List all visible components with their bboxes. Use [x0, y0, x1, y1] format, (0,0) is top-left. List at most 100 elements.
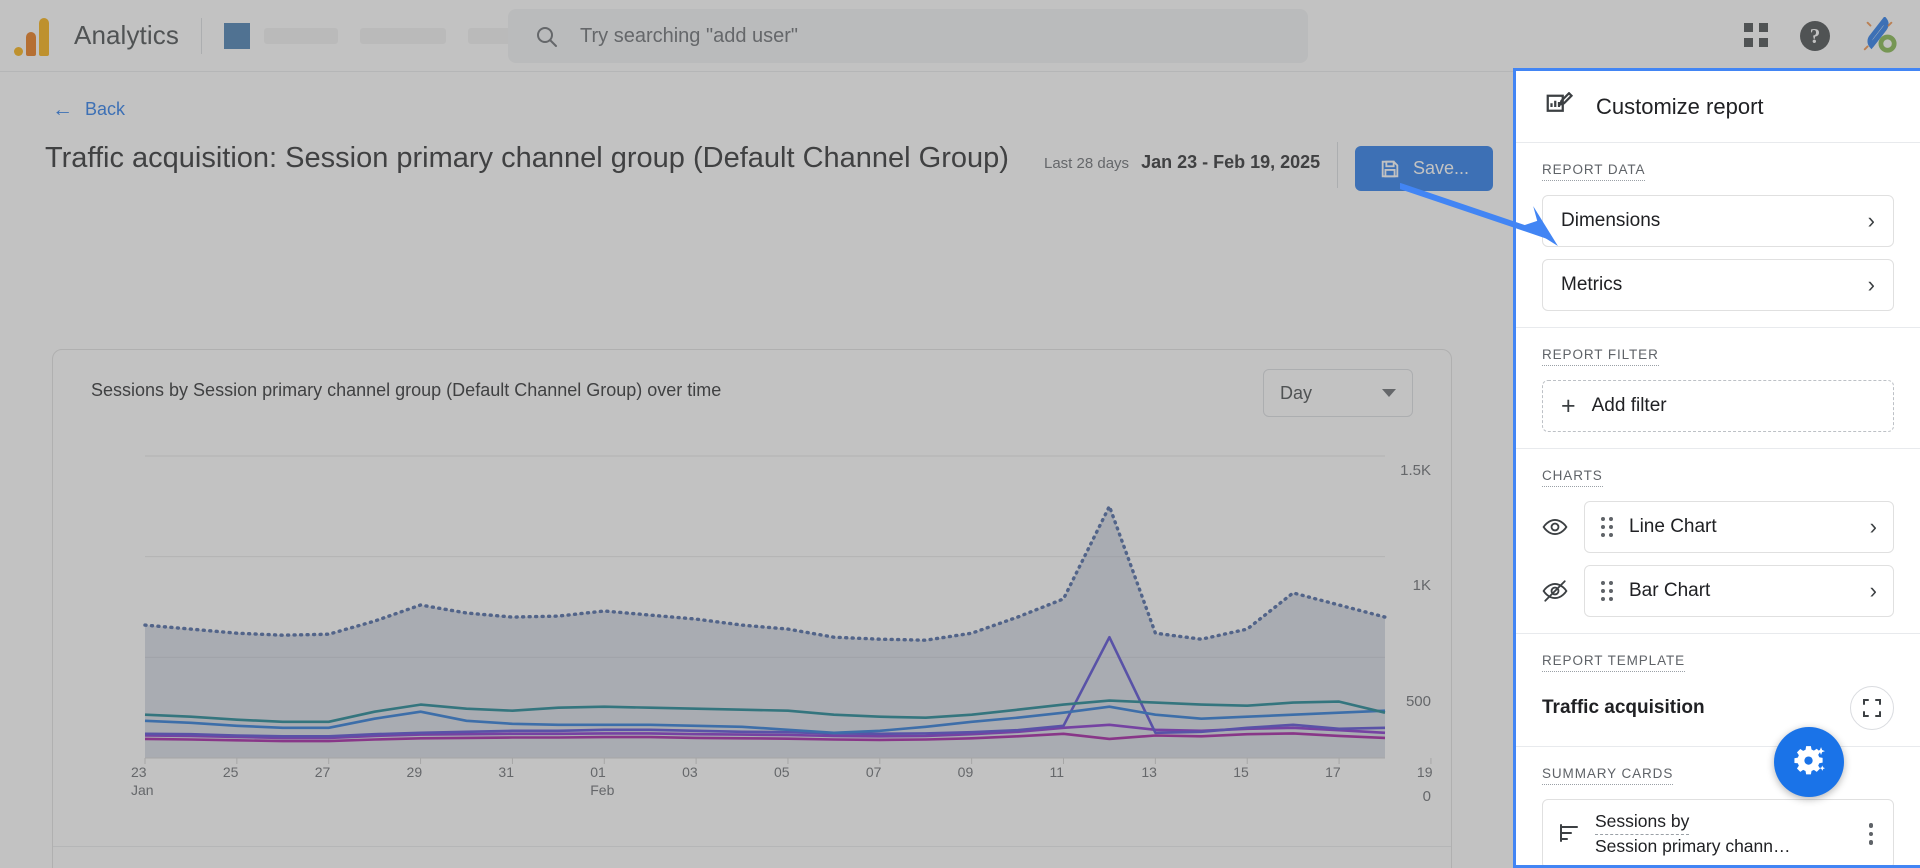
x-axis-tick-value: 13 — [1141, 764, 1157, 780]
help-icon[interactable]: ? — [1800, 21, 1830, 51]
toolbar-divider — [1337, 142, 1338, 188]
brand-name: Analytics — [74, 20, 179, 50]
y-axis-tick-1-5k: 1.5K — [1400, 462, 1431, 479]
x-axis-tick: 25 — [223, 764, 257, 782]
template-link-button[interactable] — [1850, 686, 1894, 730]
section-label-report-template: REPORT TEMPLATE — [1542, 653, 1686, 672]
save-label: Save... — [1413, 158, 1470, 178]
panel-title: Customize report — [1596, 93, 1764, 119]
report-template-row: Traffic acquisition — [1542, 686, 1894, 730]
granularity-select[interactable]: Day — [1263, 369, 1413, 417]
save-button[interactable]: Save... — [1355, 146, 1494, 191]
x-axis-tick: 13 — [1141, 764, 1175, 782]
chart-title: Sessions by Session primary channel grou… — [91, 380, 722, 400]
x-axis-tick: 07 — [866, 764, 900, 782]
x-axis-tick: 23 Jan — [131, 764, 165, 799]
chevron-down-icon — [1382, 389, 1396, 397]
back-link[interactable]: ← Back — [52, 99, 125, 120]
chart-row-line: Line Chart › — [1542, 501, 1894, 553]
section-report-template: REPORT TEMPLATE Traffic acquisition — [1516, 634, 1920, 747]
x-axis-tick: 11 — [1050, 764, 1084, 782]
insights-fab-button[interactable] — [1774, 727, 1844, 797]
x-axis-tick-value: 19 — [1416, 764, 1433, 780]
x-axis-tick-value: 17 — [1325, 764, 1341, 780]
dimensions-label: Dimensions — [1561, 210, 1661, 231]
google-analytics-logo-icon — [14, 16, 58, 56]
line-chart-plot — [53, 446, 1451, 816]
global-search[interactable]: Try searching "add user" — [508, 9, 1308, 63]
x-axis-tick: 09 — [958, 764, 992, 782]
date-range-selector[interactable]: Last 28 days Jan 23 - Feb 19, 2025 — [1044, 152, 1320, 173]
property-selector-redacted[interactable] — [223, 22, 250, 49]
section-label-charts: CHARTS — [1542, 468, 1603, 487]
section-label-report-data: REPORT DATA — [1542, 162, 1646, 181]
chart-card: Sessions by Session primary channel grou… — [52, 349, 1452, 868]
top-bar-actions: ? — [1744, 0, 1898, 72]
drag-handle-icon[interactable] — [1601, 517, 1613, 537]
summary-card-line2: Session primary chann… — [1595, 836, 1791, 856]
dimensions-button[interactable]: Dimensions › — [1542, 195, 1894, 247]
table-pagination: Rows per page: 10 Go to: 1 ‹ 1-10 of 11 … — [930, 865, 1431, 868]
property-name-redacted — [263, 27, 338, 44]
chart-svg — [143, 455, 1432, 764]
metrics-button[interactable]: Metrics › — [1542, 259, 1894, 311]
section-label-report-filter: REPORT FILTER — [1542, 347, 1659, 366]
section-report-data: REPORT DATA Dimensions › Metrics › — [1516, 143, 1920, 328]
next-page-button[interactable]: › — [1408, 865, 1431, 868]
drag-handle-icon[interactable] — [1601, 581, 1613, 601]
line-chart-item[interactable]: Line Chart › — [1584, 501, 1894, 553]
x-axis-tick: 01 Feb — [590, 764, 624, 799]
x-axis-tick: 27 — [315, 764, 349, 782]
report-template-name: Traffic acquisition — [1542, 697, 1705, 718]
property-meta-redacted — [359, 27, 446, 44]
summary-card-icon — [1560, 824, 1578, 842]
granularity-value: Day — [1280, 382, 1313, 403]
x-axis-tick: 31 — [498, 764, 532, 782]
section-charts: CHARTS Line Chart › Bar Chart › — [1516, 449, 1920, 634]
y-axis-tick-1k: 1K — [1412, 577, 1431, 594]
eye-visible-icon[interactable] — [1542, 514, 1568, 540]
chevron-right-icon: › — [1869, 578, 1877, 603]
x-axis-tick-value: 11 — [1049, 764, 1065, 780]
add-filter-button[interactable]: + Add filter — [1542, 380, 1894, 432]
y-axis-tick-500: 500 — [1405, 693, 1431, 710]
panel-header: Customize report — [1516, 71, 1920, 143]
page-title: Traffic acquisition: Session primary cha… — [45, 142, 1009, 174]
x-axis-tick-value: 03 — [682, 764, 698, 780]
chevron-right-icon: › — [1867, 272, 1875, 297]
summary-card-text: Sessions by Session primary chann… — [1595, 810, 1849, 859]
summary-card-item[interactable]: Sessions by Session primary chann… — [1542, 799, 1894, 865]
x-axis-tick: 05 — [774, 764, 808, 782]
x-axis-tick-value: 01 — [590, 764, 606, 780]
bar-chart-item[interactable]: Bar Chart › — [1584, 565, 1894, 617]
top-bar: Analytics Try searching "add user" ? — [0, 0, 1920, 72]
date-range-label: Last 28 days — [1044, 155, 1130, 172]
x-axis-tick: 03 — [682, 764, 716, 782]
x-axis-tick-value: 15 — [1233, 764, 1249, 780]
table-toolbar: Search… Rows per page: 10 Go to: 1 ‹ 1-1… — [53, 846, 1451, 868]
x-axis-tick-value: 27 — [314, 764, 331, 780]
x-axis-tick-month: Jan — [131, 781, 154, 798]
account-avatar[interactable] — [1860, 17, 1898, 55]
header-divider — [200, 17, 202, 54]
save-disk-icon — [1381, 160, 1399, 177]
apps-grid-icon[interactable] — [1744, 23, 1770, 49]
summary-card-line1: Sessions by — [1595, 810, 1690, 835]
x-axis-tick-value: 05 — [773, 764, 790, 780]
x-axis-tick-value: 23 — [131, 764, 147, 780]
back-arrow-icon: ← — [52, 98, 73, 121]
gear-sparkle-icon — [1794, 746, 1825, 775]
x-axis-tick-month: Feb — [590, 781, 615, 798]
x-axis-tick-value: 07 — [865, 764, 882, 780]
summary-card-menu-icon[interactable] — [1863, 819, 1880, 849]
x-axis-tick-value: 31 — [498, 764, 514, 780]
bar-chart-label: Bar Chart — [1629, 580, 1711, 601]
section-summary-cards: SUMMARY CARDS Sessions by Session primar… — [1516, 747, 1920, 865]
eye-hidden-icon[interactable] — [1542, 578, 1568, 604]
x-axis-tick-value: 29 — [406, 764, 423, 780]
prev-page-button[interactable]: ‹ — [1277, 865, 1300, 868]
detach-template-icon — [1863, 699, 1881, 717]
x-axis-tick-value: 09 — [957, 764, 974, 780]
chevron-right-icon: › — [1869, 514, 1877, 539]
x-axis-tick: 29 — [407, 764, 441, 782]
